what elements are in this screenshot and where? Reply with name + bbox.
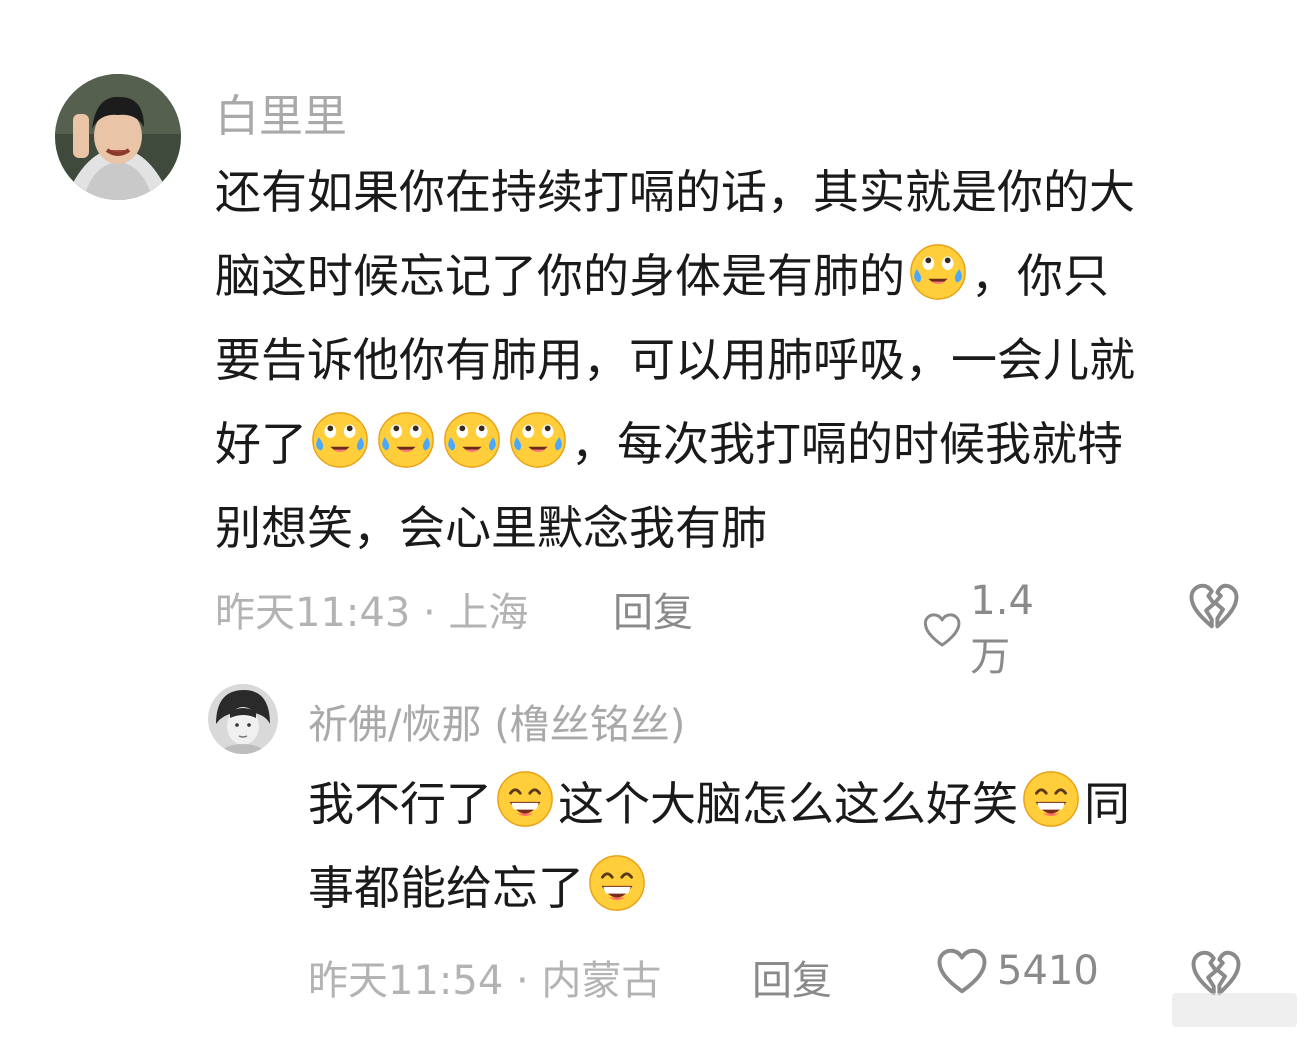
comment-line-segment: 好了 [215,417,307,471]
username[interactable]: 白里里 [215,80,347,144]
comment-line-segment: 脑这时候忘记了你的身体是有肺的 [215,249,905,303]
heart-icon [922,605,962,655]
reply-button[interactable]: 回复 [613,580,693,638]
laughing-crying-emoji-icon [905,240,971,302]
comment-text: 还有如果你在持续打嗝的话，其实就是你的大 脑这时候忘记了你的身体是有肺的 ，你只 … [215,150,1135,570]
grinning-emoji-icon [584,852,650,914]
comment-line-segment: ，每次我打嗝的时候我就特 [571,417,1123,471]
broken-heart-icon [1189,948,1243,998]
user-avatar[interactable] [55,74,181,200]
laughing-crying-emoji-icon [373,408,439,470]
reply-button[interactable]: 回复 [752,948,832,1006]
broken-heart-icon [1187,581,1241,631]
watermark [1172,993,1297,1027]
comment-line: 事都能给忘了 [308,846,1130,930]
username[interactable]: 祈佛/恢那 (橹丝铭丝) [308,692,685,750]
comment-line-segment: 同 [1084,777,1130,831]
heart-icon [935,946,989,996]
comment-line-segment: ，你只 [971,249,1109,303]
comment-line: 我不行了 这个大脑怎么这么好笑 同 [308,762,1130,846]
comment-line: 要告诉他你有肺用，可以用肺呼吸，一会儿就 [215,333,1135,387]
user-avatar[interactable] [208,684,278,754]
comment-text: 我不行了 这个大脑怎么这么好笑 同 事都能给忘了 [308,762,1130,930]
like-button[interactable]: 1.4万 [922,578,1048,682]
laughing-crying-emoji-icon [505,408,571,470]
like-count: 1.4万 [970,578,1034,680]
comment-line: 还有如果你在持续打嗝的话，其实就是你的大 [215,165,1135,219]
laughing-crying-emoji-icon [439,408,505,470]
like-button[interactable]: 5410 [935,946,1099,996]
comment-line-segment: 我不行了 [308,777,492,831]
comment-timestamp-location: 昨天11:43 · 上海 [215,590,529,636]
grinning-emoji-icon [1018,768,1084,830]
dislike-button[interactable] [1187,581,1241,635]
comment-line: 脑这时候忘记了你的身体是有肺的 ，你只 [215,234,1135,318]
comment-line: 别想笑，会心里默念我有肺 [215,501,767,555]
comment-line: 好了 ，每次我打嗝的时候我就特 [215,402,1135,486]
grinning-emoji-icon [492,768,558,830]
comment-line-segment: 这个大脑怎么这么好笑 [558,777,1018,831]
laughing-crying-emoji-icon [307,408,373,470]
comment-timestamp-location: 昨天11:54 · 内蒙古 [308,958,662,1004]
comment-line-segment: 事都能给忘了 [308,861,584,915]
like-count: 5410 [997,948,1099,994]
